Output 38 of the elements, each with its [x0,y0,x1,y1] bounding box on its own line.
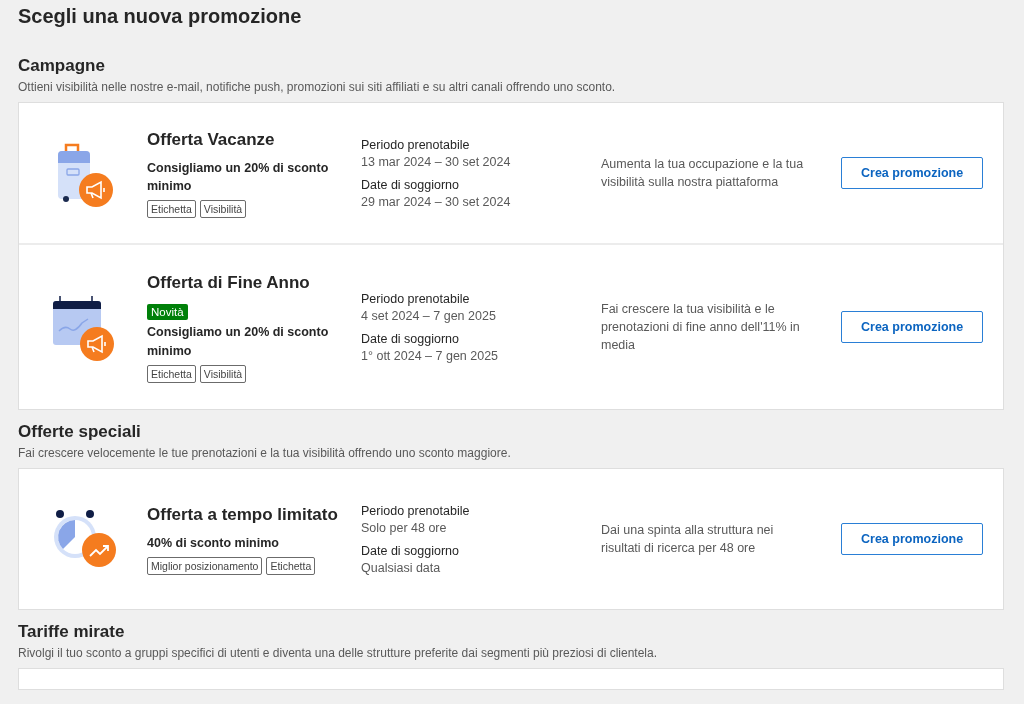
section-title: Campagne [18,56,106,76]
date-value: 29 mar 2024 – 30 set 2024 [361,194,512,209]
create-promotion-button[interactable]: Crea promozione [841,157,984,189]
section-title: Offerte speciali [18,422,142,442]
offer-title: Offerta Vacanze [147,128,276,151]
date-label: Date di soggiorno [361,177,460,192]
date-label: Date di soggiorno [361,543,460,558]
offer-benefit: Fai crescere la tua visibilità e le prenotazioni di fine anno dell'11% in media [601,300,801,355]
discount-recommendation: Consigliamo un 20% di sconto minimo [147,324,330,360]
section-title: Tariffe mirate [18,622,126,642]
tag: Miglior posizionamento [147,556,263,575]
date-value: 1° ott 2024 – 7 gen 2025 [361,348,500,363]
discount-recommendation: Consigliamo un 20% di sconto minimo [147,159,330,196]
tag: Etichetta [147,364,196,383]
date-label: Date di soggiorno [361,331,460,346]
date-value: 13 mar 2024 – 30 set 2024 [361,154,512,169]
section-description: Rivolgi il tuo sconto a gruppi specifici di utenti e diventa una delle strutture preferite dai segmenti più preziosi di clientela. [18,646,659,660]
date-value: 4 set 2024 – 7 gen 2025 [361,308,497,323]
offer-title: Offerta a tempo limitato [147,504,339,527]
offer-title: Offerta di Fine Anno [147,272,311,295]
tag: Visibilità [199,364,247,383]
date-label: Periodo prenotabile [361,291,471,306]
section-description: Fai crescere velocemente le tue prenotazioni e la tua visibilità offrendo uno sconto maggiore. [18,446,512,460]
create-promotion-button[interactable]: Crea promozione [841,523,984,555]
create-promotion-button[interactable]: Crea promozione [841,311,984,343]
date-value: Solo per 48 ore [361,520,448,535]
date-label: Periodo prenotabile [361,503,471,518]
tag: Visibilità [199,200,247,219]
date-label: Periodo prenotabile [361,137,471,152]
offer-benefit: Dai una spinta alla struttura nei risultati di ricerca per 48 ore [601,521,775,557]
page-title: Scegli una nuova promozione [18,5,303,28]
tag: Etichetta [266,556,316,575]
offer-benefit: Aumenta la tua occupazione e la tua visibilità sulla nostra piattaforma [601,155,805,191]
discount-recommendation: 40% di sconto minimo [147,534,280,552]
new-badge: Novità [147,304,188,321]
date-value: Qualsiasi data [361,560,442,575]
section-description: Ottieni visibilità nelle nostre e-mail, notifiche push, promozioni sui siti affiliati e su altri canali offrendo uno sconto. [18,80,617,94]
tag: Etichetta [147,200,196,219]
